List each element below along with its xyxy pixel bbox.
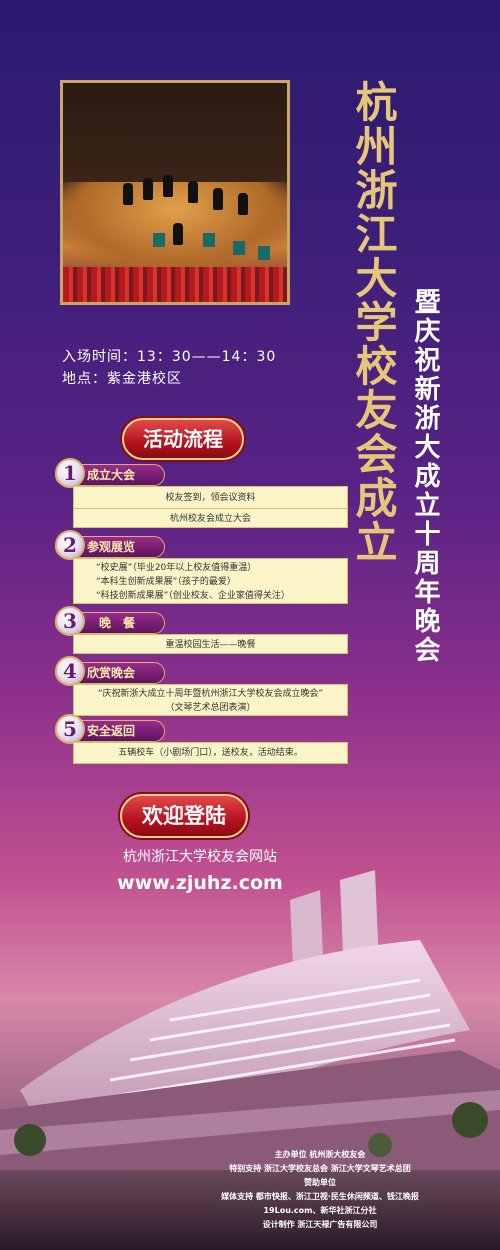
- step-content: “校史展”（毕业20年以上校友值得重温） “本科生创新成果展”（孩子的最爱） “…: [73, 558, 348, 604]
- flower-border: [63, 267, 287, 302]
- musician-figure: [143, 178, 153, 200]
- sub-title: 暨庆祝新浙大成立十周年晚会: [410, 288, 440, 665]
- step-label: 欣赏晚会: [87, 666, 136, 680]
- step-number: 5: [55, 714, 85, 744]
- flow-badge: 活动流程: [122, 418, 244, 460]
- musician-figure: [123, 183, 133, 205]
- site-name: 杭州浙江大学校友会网站: [123, 849, 277, 865]
- conductor-figure: [173, 223, 183, 245]
- step-content: 校友签到，领会议资料 杭州校友会成立大会: [73, 486, 348, 528]
- entry-time: 入场时间：13：30——14：30: [62, 349, 277, 365]
- step-content: “庆祝新浙大成立十周年暨杭州浙江大学校友会成立晚会” （文琴艺术总团表演）: [73, 684, 348, 716]
- main-title: 杭州浙江大学校友会成立: [349, 80, 398, 564]
- step-line: “校史展”（毕业20年以上校友值得重温）: [96, 563, 257, 573]
- step-line: 五辆校车（小剧场门口），送校友，活动结束。: [118, 748, 303, 758]
- credit-sponsor: 赞助单位: [304, 1178, 336, 1187]
- tree: [452, 1102, 488, 1138]
- step-line: 重温校园生活——晚餐: [165, 640, 256, 650]
- step-content: 重温校园生活——晚餐: [73, 634, 348, 654]
- musician-figure: [163, 175, 173, 197]
- credit-media-2: 19Lou.com、新华社浙江分社: [263, 1206, 377, 1215]
- step-line: 校友签到，领会议资料: [165, 493, 256, 503]
- step-line: “科技创新成果展”（创业校友、企业家值得关注）: [96, 591, 290, 601]
- step-label: 晚 餐: [99, 616, 136, 630]
- welcome-badge: 欢迎登陆: [120, 794, 248, 838]
- step-line: （文琴艺术总团表演）: [165, 703, 256, 713]
- credit-host: 主办单位 杭州浙大校友会: [274, 1150, 366, 1159]
- musician-figure: [238, 193, 248, 215]
- step-number: 1: [55, 458, 85, 488]
- credit-special: 特别支持 浙江大学校友总会 浙江大学文琴艺术总团: [229, 1164, 411, 1173]
- step-line: “本科生创新成果展”（孩子的最爱）: [96, 577, 236, 587]
- musician-figure: [213, 188, 223, 210]
- tree: [14, 1124, 46, 1156]
- credit-design: 设计制作 浙江天禄广告有限公司: [262, 1220, 378, 1229]
- chair: [258, 246, 270, 260]
- chair: [203, 233, 215, 247]
- step-label: 安全返回: [87, 724, 136, 738]
- credit-media: 媒体支持 都市快报、浙江卫视·民生休闲频道、钱江晚报: [221, 1192, 419, 1201]
- credits-block: 主办单位 杭州浙大校友会 特别支持 浙江大学校友总会 浙江大学文琴艺术总团 赞助…: [150, 1148, 490, 1232]
- step-number: 2: [55, 530, 85, 560]
- musician-figure: [188, 181, 198, 203]
- step-label: 成立大会: [87, 468, 136, 482]
- step-line: 杭州校友会成立大会: [169, 514, 251, 524]
- step-number: 3: [55, 606, 85, 636]
- step-line: “庆祝新浙大成立十周年暨杭州浙江大学校友会成立晚会”: [97, 689, 324, 699]
- step-content: 五辆校车（小剧场门口），送校友，活动结束。: [73, 742, 348, 764]
- step-label: 参观展览: [87, 540, 136, 554]
- chair: [233, 241, 245, 255]
- step-number: 4: [55, 656, 85, 686]
- chair: [153, 233, 165, 247]
- orchestra-photo: [60, 80, 290, 305]
- event-location: 地点：紫金港校区: [62, 371, 182, 387]
